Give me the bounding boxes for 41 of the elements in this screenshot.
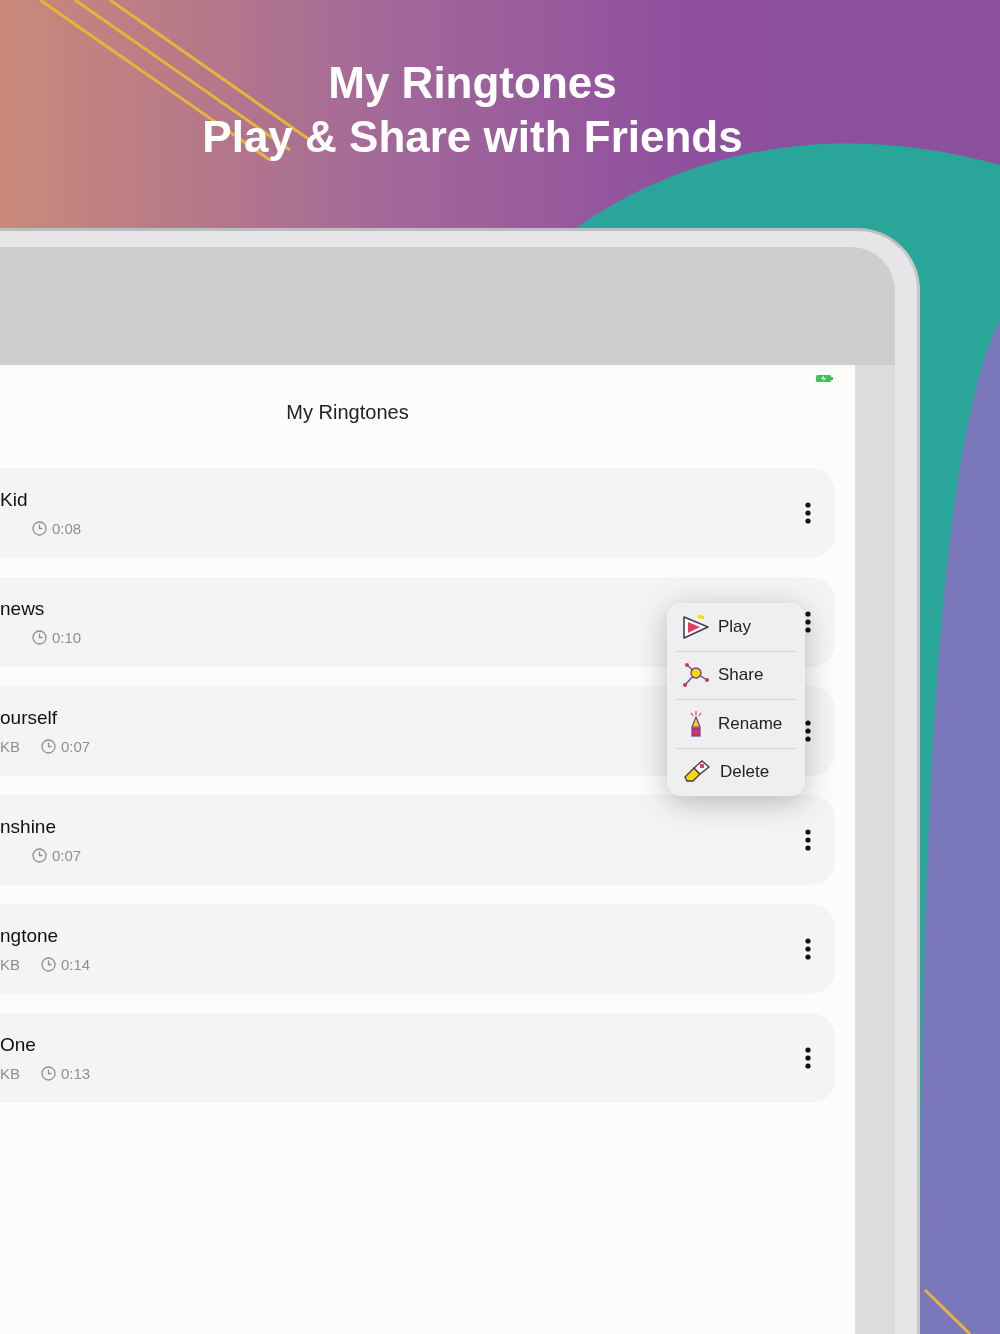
more-icon[interactable] (805, 938, 811, 960)
duration: 0:07 (61, 738, 91, 755)
ringtone-row[interactable]: ngtone KB 0:14 (0, 904, 835, 994)
more-icon[interactable] (805, 720, 811, 742)
decorative-stripe (923, 1288, 972, 1334)
duration: 0:14 (61, 956, 91, 973)
play-icon (682, 613, 710, 640)
clock-icon (32, 848, 47, 863)
menu-item[interactable]: Share (677, 650, 795, 699)
more-icon[interactable] (805, 829, 811, 851)
file-size: KB (0, 956, 20, 973)
duration: 0:13 (61, 1065, 91, 1082)
share-icon (682, 662, 710, 689)
file-size: KB (0, 738, 20, 755)
headline: My Ringtones (328, 57, 617, 109)
menu-item[interactable]: Rename (677, 699, 795, 748)
menu-item[interactable]: Play (677, 603, 795, 651)
file-size: KB (0, 1065, 20, 1082)
more-icon[interactable] (805, 502, 811, 524)
ringtone-name: news (0, 598, 46, 620)
ringtone-name: ourself (0, 707, 59, 729)
clock-icon (41, 1066, 56, 1081)
clock-icon (41, 957, 56, 972)
clock-icon (32, 630, 47, 645)
more-icon[interactable] (805, 611, 811, 633)
duration: 0:10 (52, 629, 82, 646)
ringtone-name: Kid (0, 489, 29, 511)
clock-icon (41, 739, 56, 754)
battery-icon (816, 374, 833, 383)
ringtone-row[interactable]: nshine 0:07 (0, 795, 835, 885)
ringtone-name: ngtone (0, 925, 60, 947)
ringtone-row[interactable]: Kid 0:08 (0, 468, 835, 558)
ringtone-name: One (0, 1034, 37, 1056)
duration: 0:08 (52, 520, 82, 537)
ringtone-name: nshine (0, 816, 57, 838)
screen-title: My Ringtones (285, 400, 410, 425)
more-icon[interactable] (805, 1047, 811, 1069)
clock-icon (32, 521, 47, 536)
ringtone-row[interactable]: One KB 0:13 (0, 1013, 835, 1103)
menu-item[interactable]: Delete (677, 747, 795, 796)
duration: 0:07 (52, 847, 82, 864)
